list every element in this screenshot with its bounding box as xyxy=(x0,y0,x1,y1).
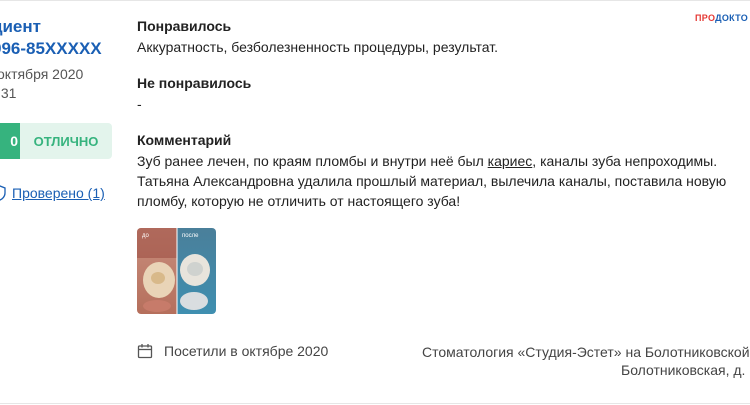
liked-text: Аккуратность, безболезненность процедуры… xyxy=(137,39,498,55)
shield-check-icon xyxy=(0,185,6,201)
card-top-divider xyxy=(0,0,750,1)
comment-line-2: Татьяна Александровна удалила прошлый ма… xyxy=(137,173,727,189)
rating-label: ОТЛИЧНО xyxy=(20,123,112,159)
visit-date-text: Посетили в октябре 2020 xyxy=(164,343,329,359)
clinic-name[interactable]: Стоматология «Студия-Эстет» на Болотнико… xyxy=(422,344,750,360)
disliked-text: - xyxy=(137,96,142,112)
review-date: октября 2020 xyxy=(0,66,84,82)
photo-label-after: после xyxy=(182,233,199,239)
disliked-title: Не понравилось xyxy=(137,75,252,91)
comment-title: Комментарий xyxy=(137,132,232,148)
comment-text: , каналы зуба непроходимы. xyxy=(532,153,718,169)
clinic-address: Болотниковская, д. xyxy=(621,362,746,378)
prodoctorov-logo[interactable]: ПРОДОКТО xyxy=(695,13,748,23)
calendar-icon xyxy=(137,343,153,359)
logo-part-2: ДОКТО xyxy=(715,13,749,23)
author-phone[interactable]: 996-85XXXXX xyxy=(0,39,102,59)
logo-part-1: ПРО xyxy=(695,13,716,23)
visit-date: Посетили в октябре 2020 xyxy=(137,343,328,359)
comment-line-1: Зуб ранее лечен, по краям пломбы и внутр… xyxy=(137,151,717,171)
card-bottom-divider xyxy=(0,403,750,404)
author-name[interactable]: циент xyxy=(0,17,41,37)
photo-label-before: до xyxy=(142,233,150,239)
review-photo-thumbnail[interactable]: до после xyxy=(137,228,216,314)
liked-title: Понравилось xyxy=(137,18,232,34)
comment-line-3: пломбу, которую не отличить от настоящег… xyxy=(137,193,461,209)
caries-link[interactable]: кариес xyxy=(488,153,533,169)
review-time: :31 xyxy=(0,85,17,101)
verified-link-label[interactable]: Проверено (1) xyxy=(12,185,105,201)
rating-badge: 0 ОТЛИЧНО xyxy=(0,123,112,159)
rating-score: 0 xyxy=(0,123,20,159)
comment-text: Зуб ранее лечен, по краям пломбы и внутр… xyxy=(137,153,488,169)
verified-link[interactable]: Проверено (1) xyxy=(0,185,105,201)
